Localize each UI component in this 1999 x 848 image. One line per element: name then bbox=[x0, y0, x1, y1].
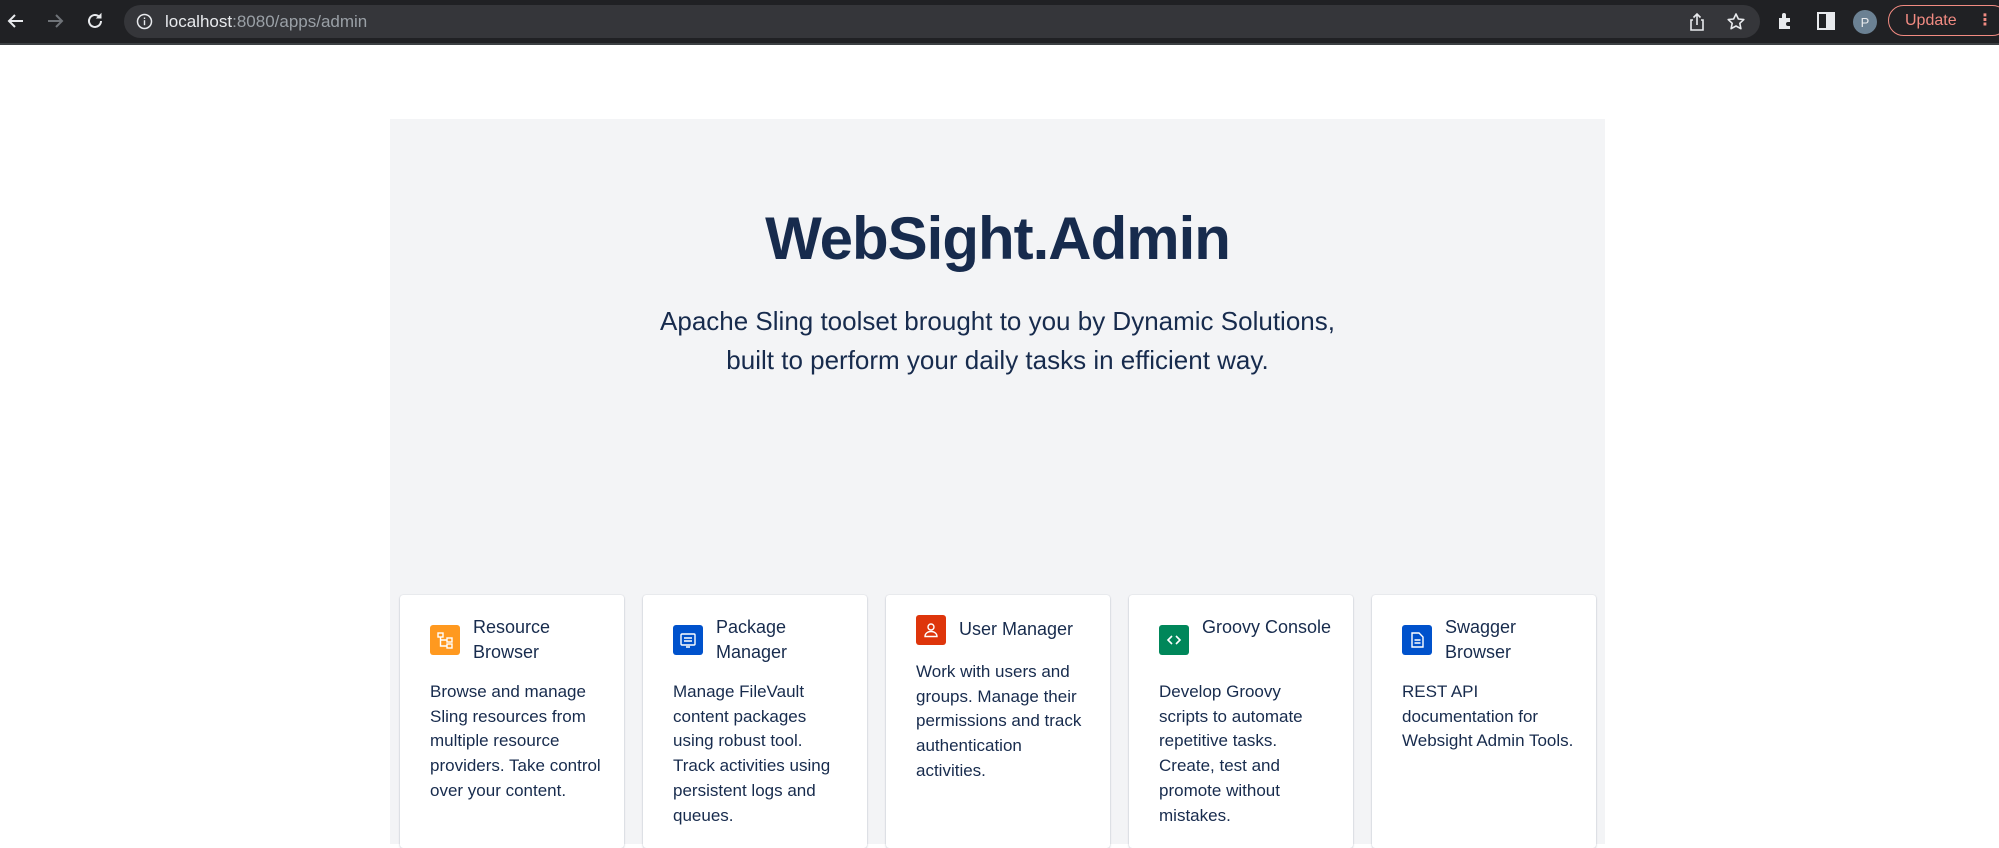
address-bar[interactable]: localhost:8080/apps/admin bbox=[124, 5, 1760, 38]
card-description: Develop Groovy scripts to automate repet… bbox=[1159, 682, 1303, 825]
forward-button[interactable] bbox=[40, 6, 70, 36]
info-icon[interactable] bbox=[136, 13, 153, 30]
page-subtitle: Apache Sling toolset brought to you by D… bbox=[390, 302, 1605, 380]
card-user-manager[interactable]: User Manager Work with users and groups.… bbox=[886, 595, 1110, 848]
admin-landing-panel: WebSight.Admin Apache Sling toolset brou… bbox=[390, 119, 1605, 848]
forward-icon bbox=[48, 14, 64, 28]
card-swagger-browser[interactable]: Swagger Browser REST API documentation f… bbox=[1372, 595, 1596, 848]
card-title: Swagger Browser bbox=[1445, 617, 1517, 662]
extensions-icon[interactable] bbox=[1775, 10, 1797, 32]
package-icon bbox=[673, 625, 703, 655]
browser-menu-icon[interactable]: ⋮ bbox=[1977, 6, 1993, 35]
star-icon[interactable] bbox=[1726, 12, 1746, 32]
url-host: localhost bbox=[165, 12, 233, 31]
card-description: Work with users and groups. Manage their… bbox=[916, 662, 1082, 780]
reload-icon bbox=[88, 12, 102, 28]
subtitle-line-2: built to perform your daily tasks in eff… bbox=[726, 345, 1269, 375]
page-title: WebSight.Admin bbox=[765, 205, 1231, 272]
update-button[interactable]: Update ⋮ bbox=[1888, 5, 1999, 36]
browser-toolbar: localhost:8080/apps/admin P Update ⋮ bbox=[0, 0, 1999, 45]
card-title: User Manager bbox=[959, 619, 1074, 639]
url-text: localhost:8080/apps/admin bbox=[165, 13, 367, 31]
card-title: Package Manager bbox=[716, 617, 788, 662]
back-button[interactable] bbox=[1, 6, 31, 36]
card-description: Manage FileVault content packages using … bbox=[673, 682, 831, 825]
reload-button[interactable] bbox=[80, 6, 110, 36]
user-icon bbox=[916, 615, 946, 645]
card-title: Resource Browser bbox=[473, 617, 551, 662]
profile-avatar[interactable]: P bbox=[1853, 10, 1877, 34]
side-panel-icon[interactable] bbox=[1815, 10, 1837, 32]
code-icon bbox=[1159, 625, 1189, 655]
back-icon bbox=[7, 14, 23, 28]
card-description: Browse and manage Sling resources from m… bbox=[430, 682, 601, 800]
url-path: :8080/apps/admin bbox=[232, 12, 368, 31]
subtitle-line-1: Apache Sling toolset brought to you by D… bbox=[660, 306, 1335, 336]
card-package-manager[interactable]: Package Manager Manage FileVault content… bbox=[643, 595, 867, 848]
resource-tree-icon bbox=[430, 625, 460, 655]
card-resource-browser[interactable]: Resource Browser Browse and manage Sling… bbox=[400, 595, 624, 848]
update-label: Update bbox=[1905, 12, 1957, 29]
card-groovy-console[interactable]: Groovy Console Develop Groovy scripts to… bbox=[1129, 595, 1353, 848]
share-icon[interactable] bbox=[1687, 12, 1707, 32]
card-title: Groovy Console bbox=[1202, 617, 1332, 637]
document-icon bbox=[1402, 625, 1432, 655]
card-description: REST API documentation for Websight Admi… bbox=[1402, 682, 1574, 751]
